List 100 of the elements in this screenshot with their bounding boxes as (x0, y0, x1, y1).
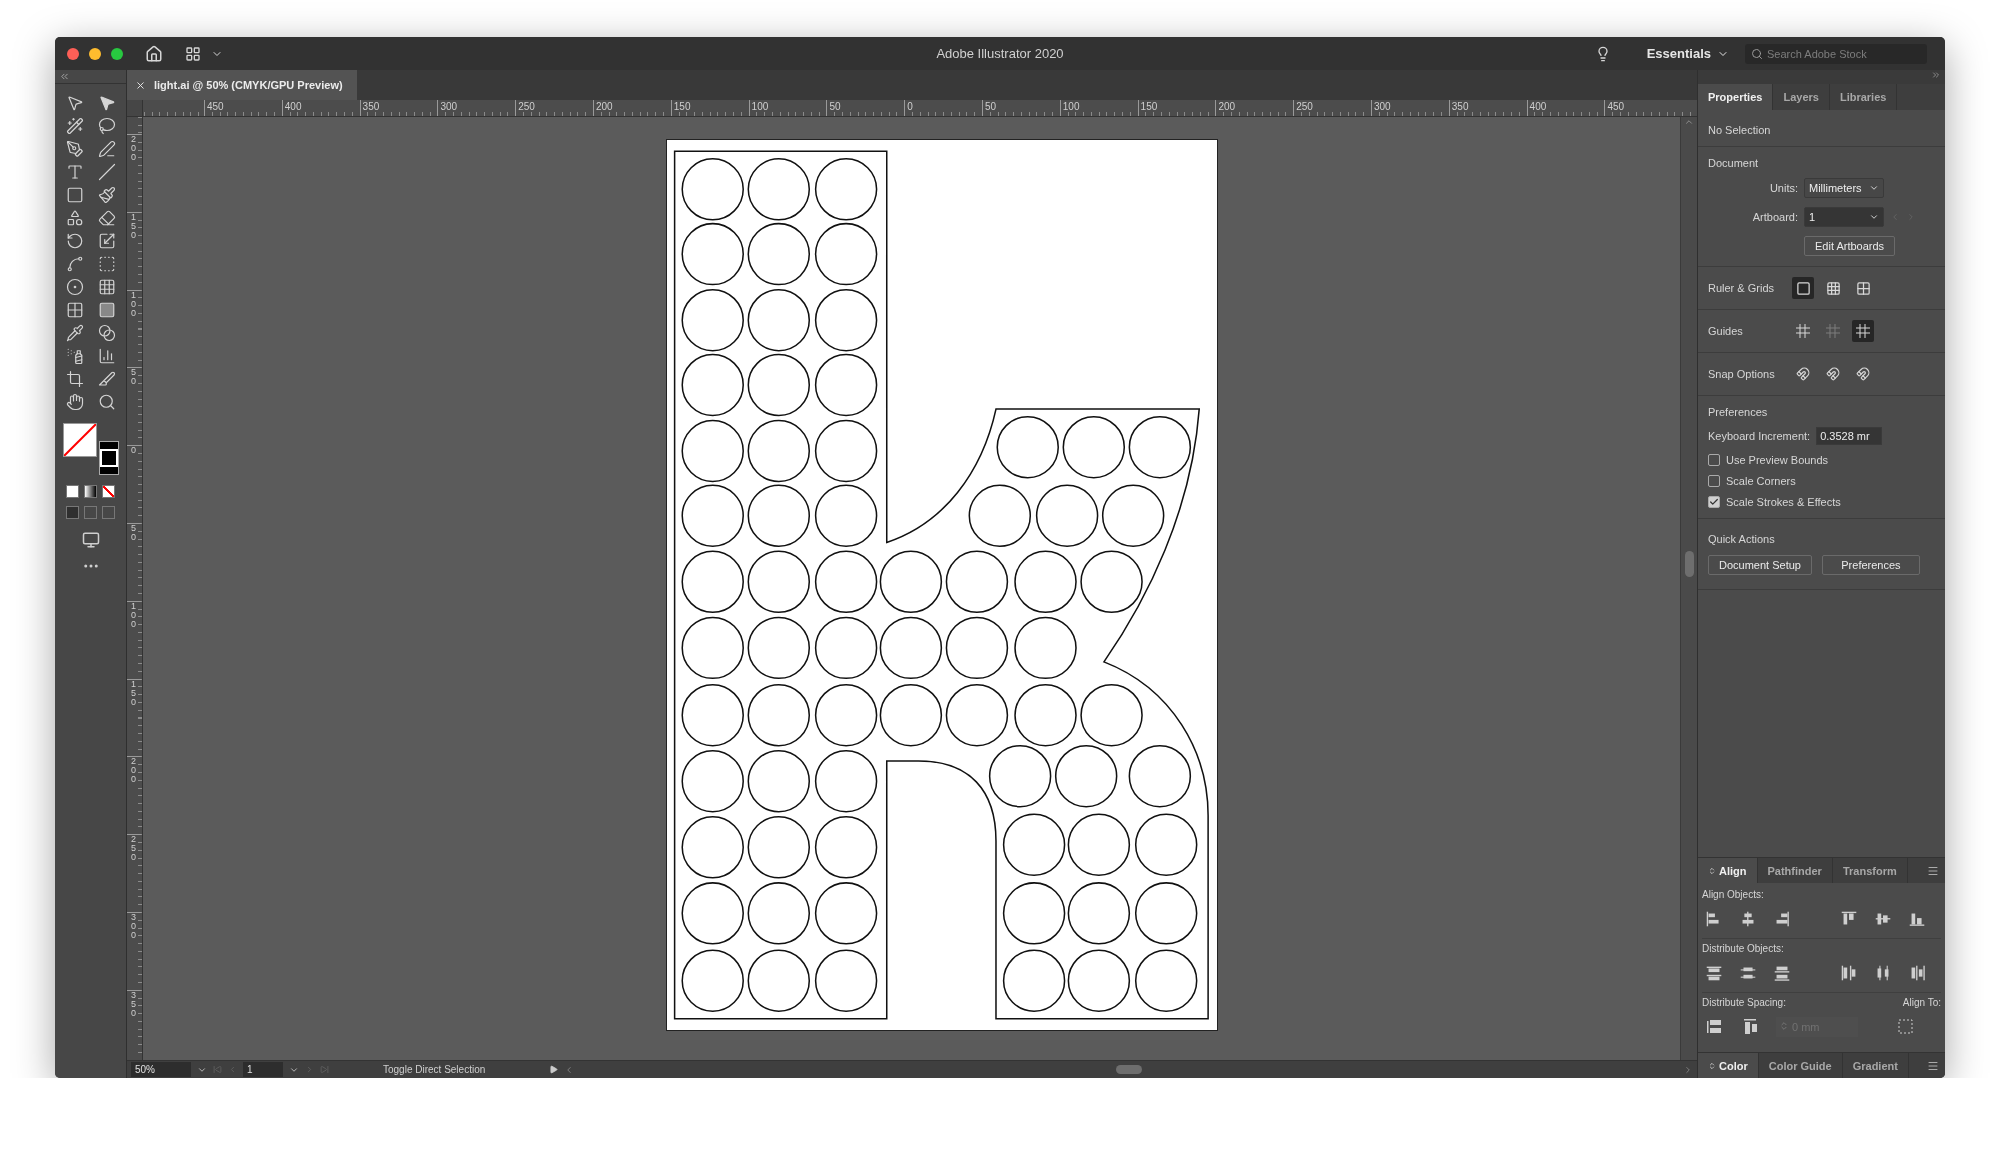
ruler-label: 200 (131, 757, 137, 785)
smart-guides-icon[interactable] (1852, 320, 1874, 342)
scale-tool-icon[interactable] (97, 232, 116, 250)
draw-normal-icon[interactable] (66, 506, 79, 519)
color-swatch[interactable] (66, 485, 79, 498)
close-window-icon[interactable] (67, 47, 79, 60)
type-tool-icon[interactable] (65, 163, 84, 181)
section-heading: Document (1708, 157, 1760, 169)
checkbox[interactable] (1708, 454, 1720, 466)
ruler-label: 100 (1059, 100, 1080, 116)
shaper-tool-icon[interactable] (65, 209, 84, 227)
panel-tab[interactable]: Color (1698, 1053, 1759, 1078)
edit-artboards-button[interactable]: Edit Artboards (1804, 236, 1896, 256)
minimize-window-icon[interactable] (89, 47, 101, 60)
ruler-label: 50 (131, 368, 137, 387)
paintbrush-icon[interactable] (97, 186, 116, 204)
ruler-label: 150 (131, 212, 137, 240)
panel-tab[interactable]: Align (1698, 858, 1758, 883)
stroke-swatch[interactable] (98, 441, 119, 475)
artboard-tool-icon[interactable] (65, 370, 84, 388)
mesh-tool-icon[interactable] (65, 301, 84, 319)
search-field[interactable]: Search Adobe Stock (1745, 43, 1927, 64)
checkbox[interactable] (1708, 475, 1720, 487)
search-icon (1751, 47, 1763, 60)
hand-tool-icon[interactable] (65, 393, 84, 411)
scroll-thumb[interactable] (1684, 551, 1694, 577)
ruler-label: 250 (131, 835, 137, 863)
panel-tab[interactable]: Properties (1698, 84, 1774, 110)
rectangle-tool-icon[interactable] (65, 186, 84, 204)
free-transform-icon[interactable] (97, 255, 116, 273)
home-icon[interactable] (145, 44, 163, 63)
gradient-swatch[interactable] (84, 485, 97, 498)
checkbox-label: Use Preview Bounds (1726, 454, 1829, 466)
eraser-icon[interactable] (97, 209, 116, 227)
ruler-label: 200 (593, 100, 613, 116)
panel-menu-icon[interactable] (1927, 864, 1939, 877)
zoom-field[interactable]: 50% (131, 1062, 191, 1077)
rotate-tool-icon[interactable] (65, 232, 84, 250)
ruler-label: 50 (982, 100, 997, 116)
ruler-label: 100 (131, 601, 137, 629)
ruler-label: 100 (131, 290, 137, 318)
checkbox[interactable] (1708, 496, 1720, 508)
ruler-label: 0 (131, 446, 137, 456)
chevron-down-icon[interactable] (1869, 212, 1879, 222)
pointer-arrow-icon[interactable] (65, 94, 84, 112)
checkbox-label: Scale Corners (1726, 475, 1796, 487)
fill-swatch[interactable] (62, 423, 97, 457)
scroll-thumb[interactable] (1115, 1065, 1142, 1074)
chevron-down-icon[interactable] (1869, 183, 1879, 193)
checkbox-label: Scale Strokes & Effects (1726, 496, 1841, 508)
ruler-label: 200 (131, 135, 137, 162)
ruler-label: 450 (1604, 100, 1625, 116)
workspace-switcher[interactable]: Essentials (1640, 46, 1735, 61)
magic-wand-icon[interactable] (65, 117, 84, 135)
eyedropper-icon[interactable] (65, 324, 84, 342)
ruler-label: 50 (826, 100, 841, 116)
slice-tool-icon[interactable] (97, 370, 116, 388)
symbol-sprayer-icon[interactable] (65, 347, 84, 365)
play-icon[interactable] (549, 1065, 558, 1074)
document-tab[interactable]: light.ai @ 50% (CMYK/GPU Preview) (127, 70, 357, 100)
ruler-icon[interactable] (1792, 277, 1814, 299)
horizontal-scrollbar[interactable] (564, 1064, 1693, 1075)
blend-tool-icon[interactable] (97, 324, 116, 342)
ruler-label: 150 (670, 100, 691, 116)
section-label: Align Objects: (1702, 889, 1765, 900)
line-tool-icon[interactable] (97, 163, 116, 181)
ruler-label: 300 (131, 913, 137, 940)
bar-chart-icon[interactable] (97, 347, 116, 365)
artboard-field[interactable]: 1 (243, 1062, 283, 1077)
collapse-arrows-icon[interactable] (1708, 1061, 1716, 1070)
lasso-icon[interactable] (97, 117, 116, 135)
quick-action-button[interactable]: Preferences (1821, 555, 1920, 575)
ruler-label: 50 (131, 524, 137, 542)
zoom-window-icon[interactable] (111, 47, 123, 60)
ruler-label: 400 (1526, 100, 1547, 116)
ruler-label: 350 (131, 990, 137, 1018)
quick-action-button[interactable]: Document Setup (1708, 555, 1812, 575)
field-label: Artboard: (1751, 211, 1798, 223)
section-label: Align To: (1902, 997, 1941, 1008)
gradient-tool-icon[interactable] (97, 301, 116, 319)
field-label: Units: (1768, 182, 1798, 194)
vertical-scrollbar[interactable] (1680, 117, 1697, 1060)
collapse-icon[interactable] (59, 71, 70, 82)
section-label: Distribute Spacing: (1702, 997, 1786, 1008)
units-dropdown[interactable]: Millimeters (1804, 178, 1884, 198)
zoom-icon[interactable] (97, 393, 116, 411)
pen-tool-icon[interactable] (65, 140, 84, 158)
ruler-label: 200 (1215, 100, 1236, 116)
artboard-dropdown[interactable]: 1 (1804, 207, 1884, 227)
layout-grid-icon[interactable] (185, 45, 201, 62)
ruler-label: 100 (748, 100, 769, 116)
close-icon[interactable] (135, 79, 146, 91)
none-swatch[interactable] (102, 485, 115, 498)
collapse-arrows-icon[interactable] (1708, 866, 1716, 875)
panel-menu-icon[interactable] (1927, 1059, 1939, 1072)
screen-mode-icon[interactable] (81, 531, 100, 549)
keyboard-increment-field[interactable]: 0.3528 mr (1816, 427, 1883, 445)
filled-pointer-arrow-icon[interactable] (97, 94, 116, 112)
section-heading: Preferences (1708, 406, 1769, 418)
ruler-label: 150 (1137, 100, 1158, 116)
